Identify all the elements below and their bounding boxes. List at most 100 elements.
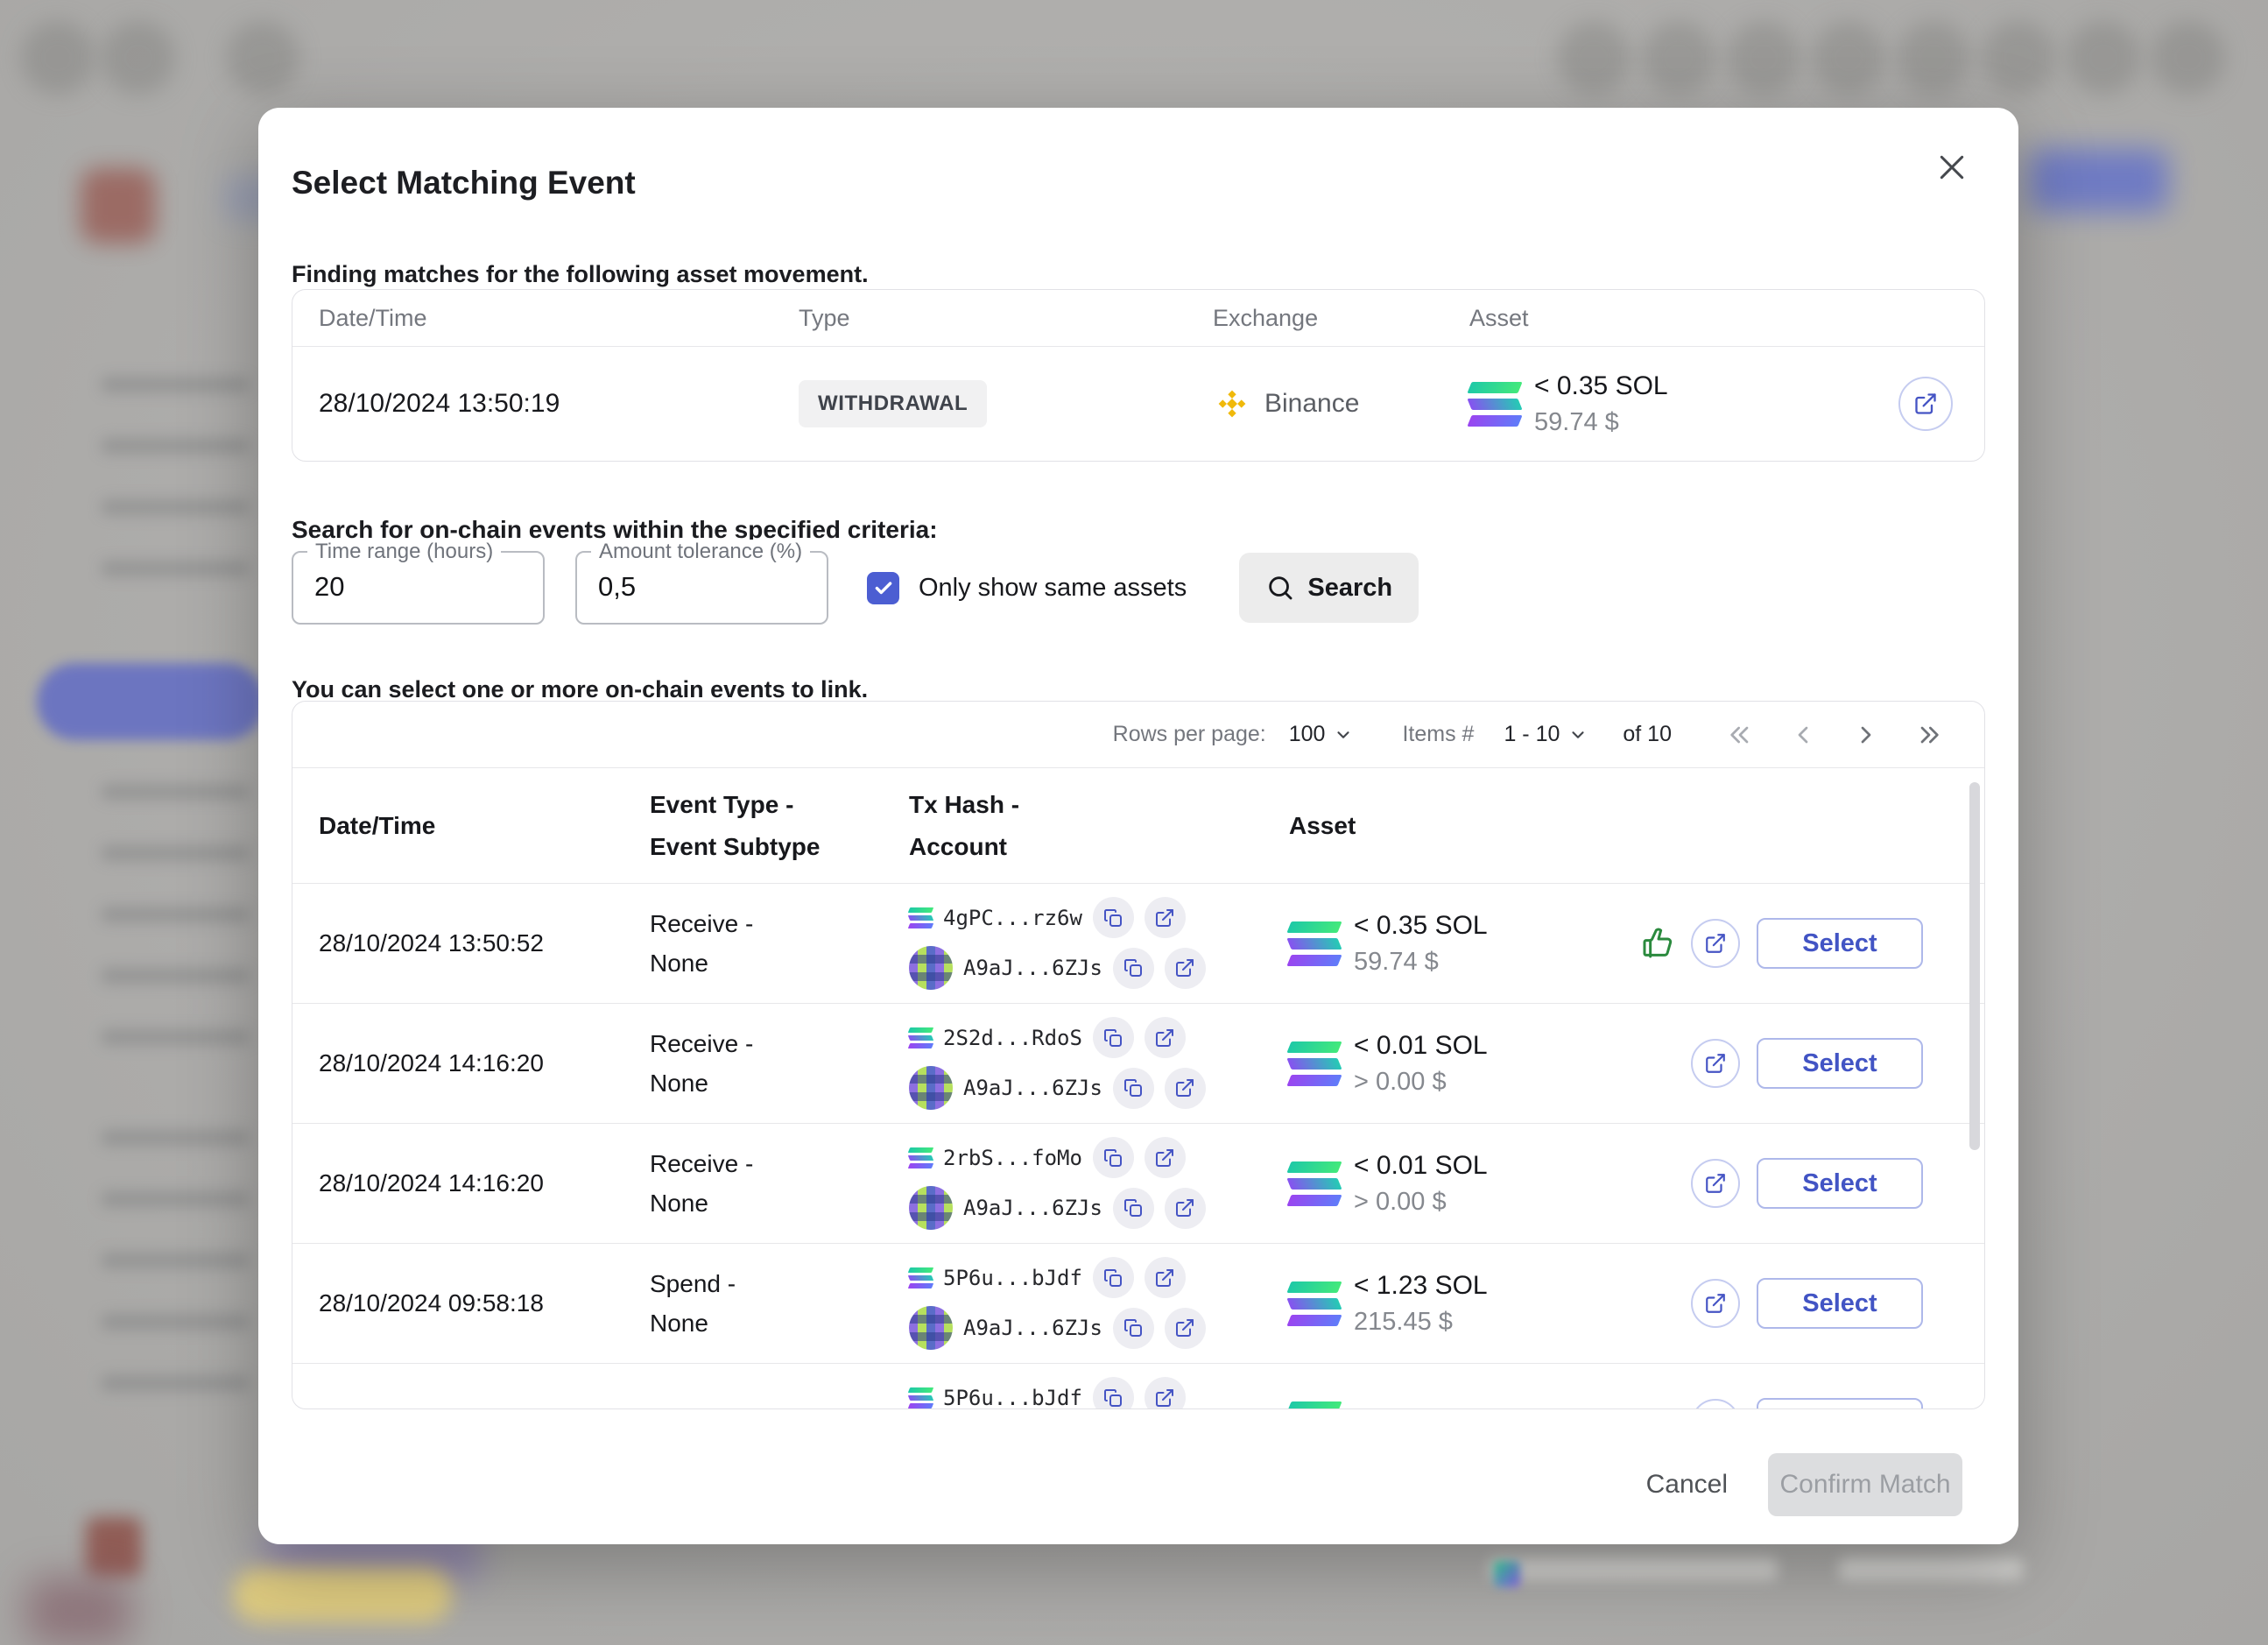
open-event-external-button[interactable] (1691, 1159, 1740, 1208)
column-header-datetime: Date/Time (319, 305, 799, 332)
open-event-external-button[interactable] (1691, 1399, 1740, 1409)
external-link-icon (1704, 1292, 1727, 1315)
first-page-button[interactable] (1726, 721, 1754, 749)
bottom-avatar-blur (86, 1517, 142, 1577)
open-event-external-button[interactable] (1691, 1279, 1740, 1328)
solana-icon (909, 907, 933, 928)
next-page-button[interactable] (1852, 721, 1880, 749)
close-button[interactable] (1929, 145, 1975, 190)
account-address: A9aJ...6ZJs (963, 1316, 1102, 1340)
copy-account-button[interactable] (1113, 1188, 1154, 1229)
select-event-button[interactable]: Select (1757, 1038, 1923, 1089)
copy-account-button[interactable] (1113, 1308, 1154, 1349)
sidebar-item-blur (101, 907, 250, 922)
open-account-external-button[interactable] (1165, 1068, 1206, 1109)
open-event-external-button[interactable] (1691, 1039, 1740, 1088)
select-event-button[interactable]: Select (1757, 918, 1923, 969)
confirm-match-button[interactable]: Confirm Match (1768, 1453, 1962, 1516)
account-avatar (909, 1306, 953, 1350)
bottom-row-blur (1489, 1557, 1778, 1580)
amount-tolerance-input[interactable] (596, 570, 801, 604)
asset-amount: < 0.01 SOL (1354, 1031, 1488, 1061)
time-range-field[interactable]: Time range (hours) (292, 551, 545, 625)
column-header-event-type: Event Type - Event Subtype (650, 784, 909, 868)
topbar-icon-blur (1642, 21, 1715, 95)
cancel-button[interactable]: Cancel (1641, 1469, 1733, 1500)
select-event-button[interactable]: Select (1757, 1158, 1923, 1209)
event-datetime: 28/10/2024 14:16:20 (319, 1169, 650, 1197)
same-assets-checkbox-group[interactable]: Only show same assets (867, 572, 1187, 604)
topbar-icon-blur (1557, 21, 1631, 95)
open-movement-external-button[interactable] (1898, 377, 1953, 431)
asset-amount: < 1.23 WSOL (1354, 1405, 1512, 1409)
event-asset-cell: < 0.01 SOL > 0.00 $ (1289, 1031, 1641, 1097)
sidebar-item-blur (101, 561, 250, 576)
open-account-external-button[interactable] (1165, 1188, 1206, 1229)
solana-icon (1469, 382, 1520, 427)
open-tx-external-button[interactable] (1145, 1137, 1186, 1178)
select-event-button[interactable]: Select (1757, 1398, 1923, 1409)
asset-fiat-value: 215.45 $ (1354, 1308, 1488, 1337)
event-datetime: 28/10/2024 14:16:20 (319, 1049, 650, 1077)
copy-tx-hash-button[interactable] (1093, 1377, 1134, 1409)
rows-per-page-value: 100 (1289, 722, 1326, 747)
event-asset-cell: < 1.23 SOL 215.45 $ (1289, 1271, 1641, 1337)
copy-account-button[interactable] (1113, 948, 1154, 989)
search-button[interactable]: Search (1239, 553, 1419, 623)
open-event-external-button[interactable] (1691, 919, 1740, 968)
external-link-icon (1154, 1267, 1175, 1288)
event-row-partial: Trade - 5P6u...bJdf < 1.23 WSOL (292, 1364, 1984, 1409)
solana-icon (1289, 1401, 1340, 1410)
copy-tx-hash-button[interactable] (1093, 897, 1134, 938)
column-header-tx-hash: Tx Hash - Account (909, 784, 1289, 868)
open-account-external-button[interactable] (1165, 948, 1206, 989)
solana-icon (909, 1387, 933, 1408)
asset-amount: < 1.23 SOL (1354, 1271, 1488, 1301)
select-event-button[interactable]: Select (1757, 1278, 1923, 1329)
search-icon (1265, 573, 1295, 603)
asset-amount: < 0.35 SOL (1534, 371, 1668, 401)
movement-table-header: Date/Time Type Exchange Asset (292, 290, 1984, 347)
checkbox-checked-icon[interactable] (867, 572, 899, 604)
topbar-icon-blur (1982, 21, 2055, 95)
rows-per-page-label: Rows per page: (1113, 722, 1266, 747)
solana-icon (909, 1267, 933, 1288)
event-row: 28/10/2024 09:58:18 Spend - None 5P6u...… (292, 1244, 1984, 1364)
page-count-label: of 10 (1623, 722, 1672, 747)
copy-tx-hash-button[interactable] (1093, 1017, 1134, 1058)
copy-tx-hash-button[interactable] (1093, 1257, 1134, 1298)
open-tx-external-button[interactable] (1145, 1377, 1186, 1409)
chevron-right-icon (1852, 721, 1880, 749)
sidebar-item-blur (101, 845, 250, 861)
event-datetime: 28/10/2024 09:58:18 (319, 1289, 650, 1317)
previous-page-button[interactable] (1789, 721, 1817, 749)
time-range-label: Time range (hours) (307, 540, 501, 564)
open-tx-external-button[interactable] (1145, 897, 1186, 938)
open-account-external-button[interactable] (1165, 1308, 1206, 1349)
open-tx-external-button[interactable] (1145, 1017, 1186, 1058)
copy-icon (1123, 1197, 1144, 1218)
copy-tx-hash-button[interactable] (1093, 1137, 1134, 1178)
event-row: 28/10/2024 13:50:52 Receive - None 4gPC.… (292, 884, 1984, 1004)
events-table-header: Date/Time Event Type - Event Subtype Tx … (292, 768, 1984, 884)
tx-hash: 2S2d...RdoS (943, 1026, 1082, 1050)
primary-button-blur (2030, 149, 2168, 212)
table-scrollbar[interactable] (1969, 782, 1980, 1150)
copy-account-button[interactable] (1113, 1068, 1154, 1109)
last-page-button[interactable] (1915, 721, 1943, 749)
movement-caption: Finding matches for the following asset … (292, 261, 869, 288)
items-range-value: 1 - 10 (1504, 722, 1560, 747)
topbar-icon-blur (1897, 21, 1970, 95)
rows-per-page-select[interactable]: 100 (1289, 722, 1354, 747)
column-header-datetime: Date/Time (319, 812, 650, 840)
sidebar-active-item-blur (37, 663, 264, 740)
topbar-icon-blur (21, 21, 95, 95)
time-range-input[interactable] (313, 570, 518, 604)
bottom-corner-blur (26, 1577, 131, 1645)
items-range-select[interactable]: 1 - 10 (1504, 722, 1588, 747)
event-type-cell: Receive - None (650, 1024, 909, 1103)
account-avatar (909, 946, 953, 990)
open-tx-external-button[interactable] (1145, 1257, 1186, 1298)
event-type-cell: Receive - None (650, 1144, 909, 1223)
amount-tolerance-field[interactable]: Amount tolerance (%) (575, 551, 828, 625)
